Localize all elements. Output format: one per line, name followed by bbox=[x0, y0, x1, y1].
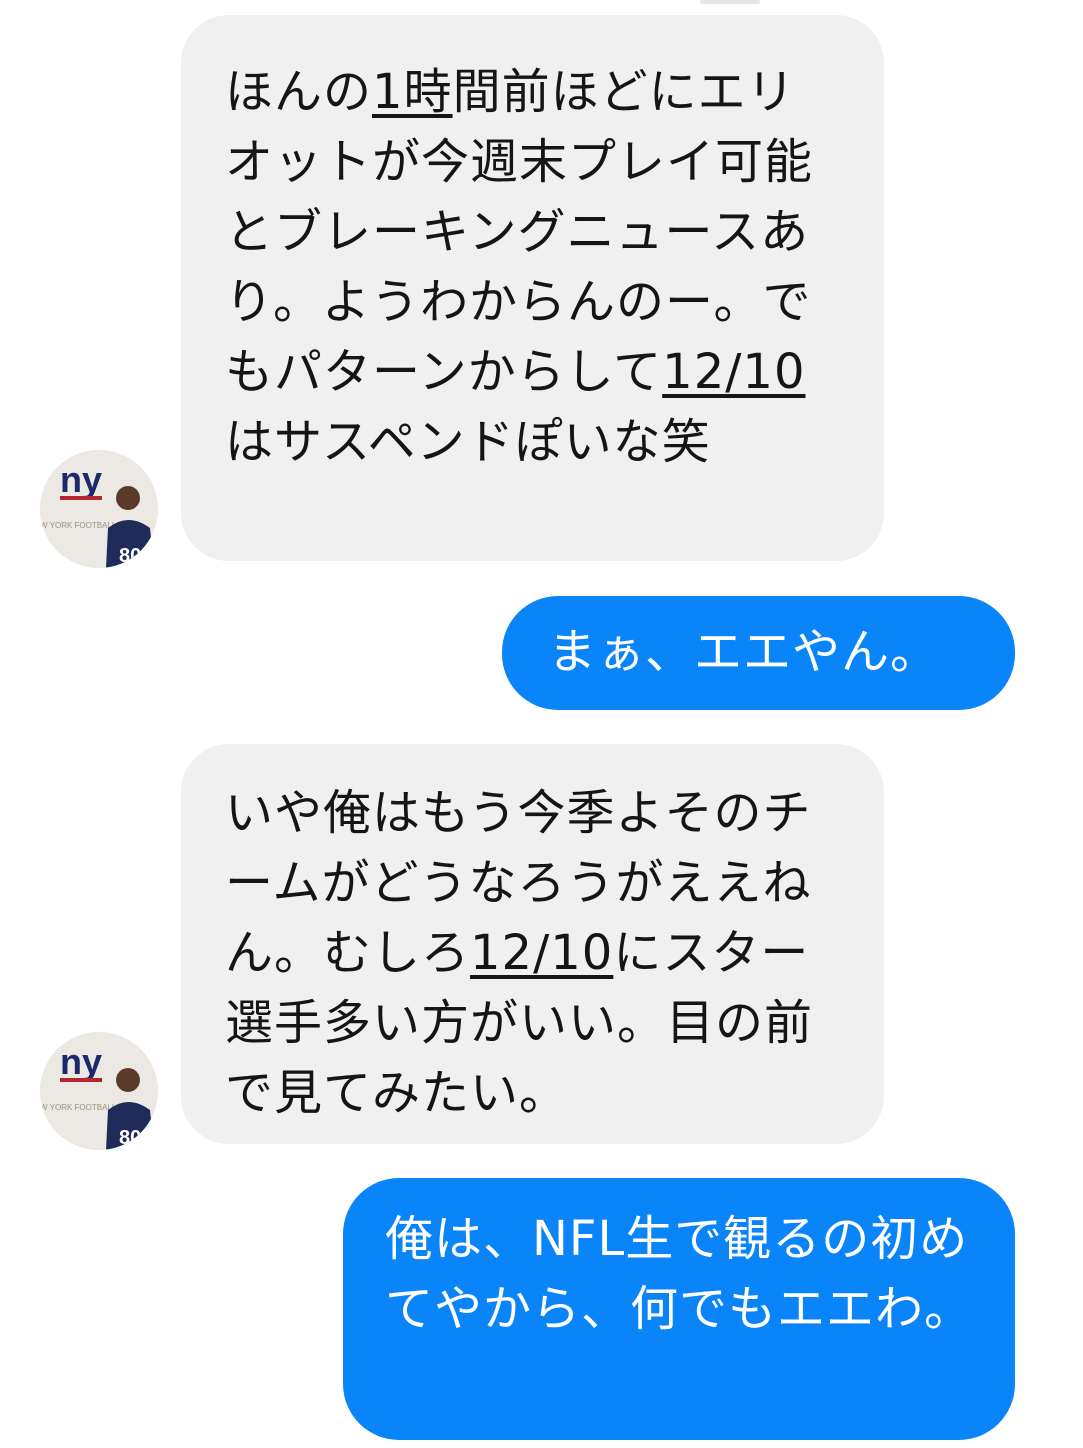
outgoing-message-bubble[interactable]: 俺は、NFL生で観るの初めてやから、何でもエエわ。 bbox=[343, 1178, 1015, 1440]
outgoing-message-bubble[interactable]: まぁ、エエやん。 bbox=[502, 596, 1015, 710]
giants-avatar-photo-icon: ny W YORK FOOTBALL 80 bbox=[40, 1032, 158, 1150]
avatar-wall-text: W YORK FOOTBALL bbox=[40, 521, 117, 530]
message-link[interactable]: 1時 bbox=[372, 64, 453, 120]
scroll-edge-hint bbox=[700, 0, 760, 4]
message-link[interactable]: 12/10 bbox=[470, 925, 613, 981]
avatar-logo-text: ny bbox=[60, 459, 102, 500]
message-text: 俺は、NFL生で観るの初めてやから、何でもエエわ。 bbox=[385, 1211, 974, 1337]
incoming-message-bubble[interactable]: ほんの1時間前ほどにエリオットが今週末プレイ可能とブレーキングニュースあり。よう… bbox=[181, 15, 884, 561]
message-text: はサスペンドぽいな笑 bbox=[225, 414, 711, 470]
giants-avatar-photo-icon: ny W YORK FOOTBALL 80 bbox=[40, 450, 158, 568]
message-text: ほんの bbox=[225, 64, 373, 120]
avatar-wall-text: W YORK FOOTBALL bbox=[40, 1103, 117, 1112]
avatar-logo-text: ny bbox=[60, 1041, 102, 1082]
message-link[interactable]: 12/10 bbox=[662, 344, 805, 400]
contact-avatar[interactable]: ny W YORK FOOTBALL 80 bbox=[40, 1032, 158, 1150]
incoming-message-bubble[interactable]: いや俺はもう今季よそのチームがどうなろうがええねん。むしろ12/10にスター選手… bbox=[181, 744, 884, 1144]
avatar-jersey-number: 80 bbox=[119, 1127, 141, 1149]
message-text: まぁ、エエやん。 bbox=[548, 624, 940, 680]
contact-avatar[interactable]: ny W YORK FOOTBALL 80 bbox=[40, 450, 158, 568]
avatar-jersey-number: 80 bbox=[119, 545, 141, 567]
